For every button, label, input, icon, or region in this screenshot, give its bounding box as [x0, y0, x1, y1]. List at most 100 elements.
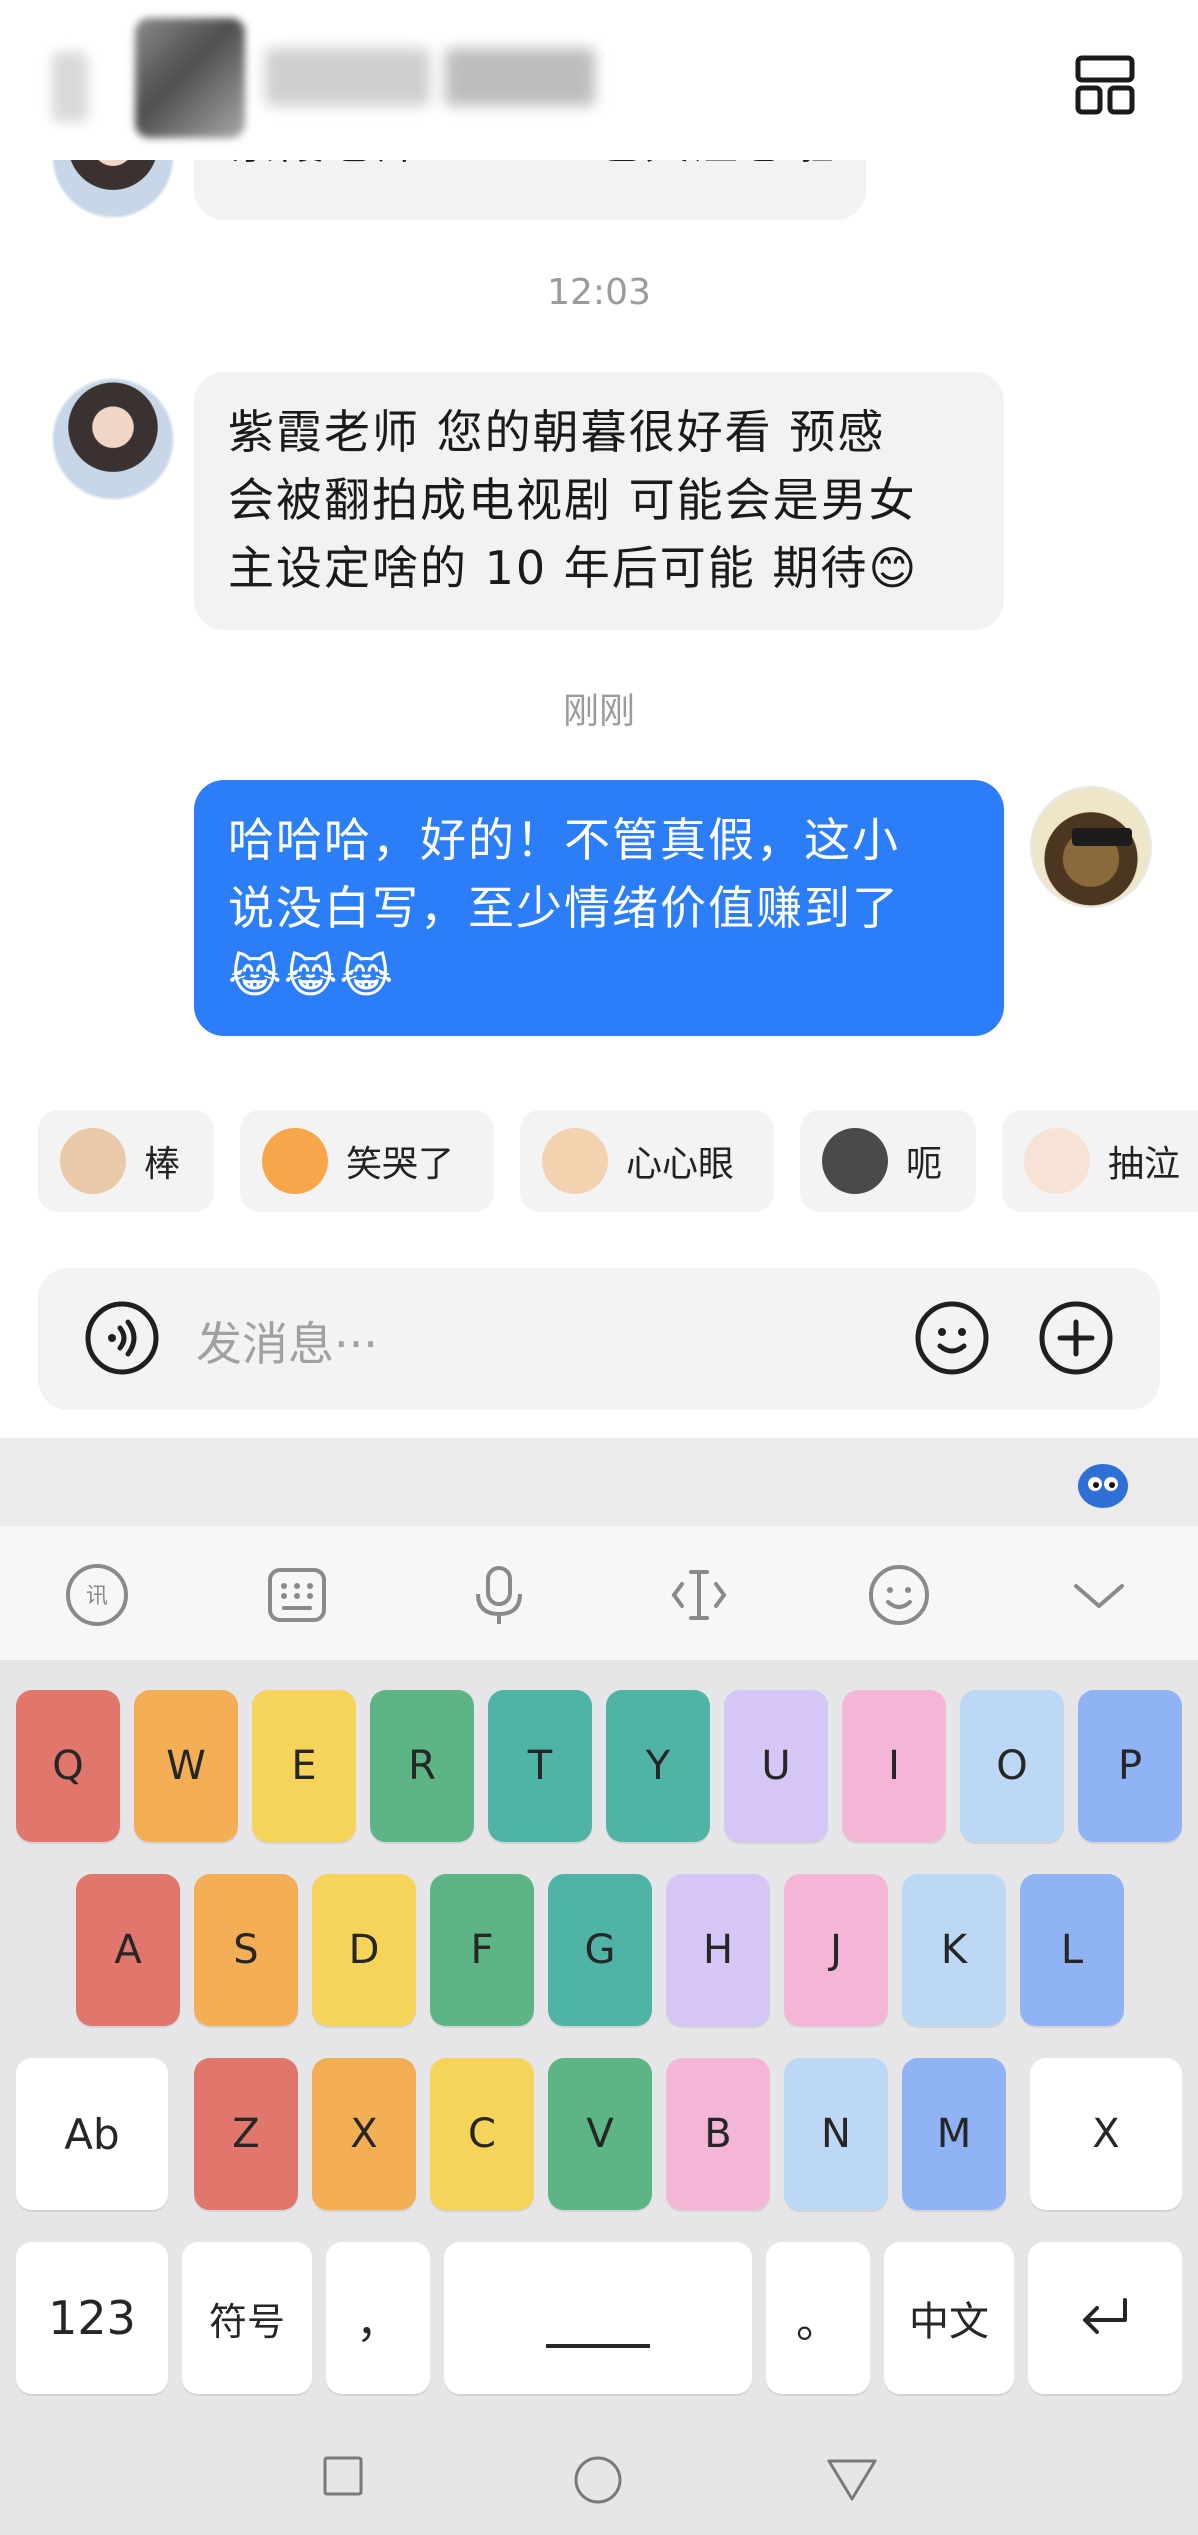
contact-status-blurred: [445, 48, 595, 106]
key-label: U: [761, 1743, 791, 1789]
circle-icon[interactable]: [573, 2455, 623, 2505]
key-a[interactable]: A: [76, 1874, 180, 2026]
key-k[interactable]: K: [902, 1874, 1006, 2026]
message-bubble-outgoing[interactable]: 哈哈哈，好的！不管真假，这小 说没白写，至少情绪价值赚到了 😹😹😹: [194, 780, 1004, 1036]
key-l[interactable]: L: [1020, 1874, 1124, 2026]
message-text: 紫霞老师 您的朝暮很好看 预感 会被翻拍成电视剧 可能会是男女 主设定啥的 10…: [228, 398, 918, 602]
assistant-mascot-icon[interactable]: [1076, 1460, 1130, 1510]
avatar-tag: [1072, 828, 1132, 846]
square-icon[interactable]: [322, 2455, 364, 2497]
reaction-label: 心心眼: [626, 1144, 735, 1185]
key-c[interactable]: C: [430, 2058, 534, 2210]
key-j[interactable]: J: [784, 1874, 888, 2026]
keyboard-icon[interactable]: [264, 1562, 330, 1628]
key-label: N: [821, 2111, 851, 2157]
key-label: X: [350, 2111, 378, 2157]
reaction-chip[interactable]: 心心眼: [520, 1110, 774, 1212]
key-label: Z: [232, 2111, 260, 2157]
chat-header: [0, 0, 1198, 160]
key-v[interactable]: V: [548, 2058, 652, 2210]
key-symbols[interactable]: 符号: [182, 2242, 312, 2394]
reaction-chip[interactable]: 棒: [38, 1110, 214, 1212]
layout-grid-icon[interactable]: [1074, 54, 1136, 116]
key-w[interactable]: W: [134, 1690, 238, 1842]
key-language-switch[interactable]: 中文: [884, 2242, 1014, 2394]
key-label: S: [233, 1927, 259, 1973]
emoji-icon[interactable]: [866, 1562, 932, 1628]
key-y[interactable]: Y: [606, 1690, 710, 1842]
key-b[interactable]: B: [666, 2058, 770, 2210]
contact-avatar-blurred[interactable]: [135, 18, 245, 138]
key-label: 。: [796, 2297, 840, 2348]
message-line: 紫霞老师 您的朝暮很好看 预感: [228, 405, 886, 459]
key-label: H: [702, 1927, 734, 1973]
key-label: R: [408, 1743, 436, 1789]
triangle-icon[interactable]: [826, 2458, 878, 2502]
key-d[interactable]: D: [312, 1874, 416, 2026]
collapse-icon[interactable]: [1066, 1562, 1132, 1628]
ime-logo-icon[interactable]: 讯: [64, 1562, 130, 1628]
key-m[interactable]: M: [902, 2058, 1006, 2210]
key-label: I: [888, 1743, 900, 1789]
message-line: 说没白写，至少情绪价值赚到了: [228, 881, 900, 935]
key-label: V: [586, 2111, 614, 2157]
plus-icon[interactable]: [1038, 1300, 1114, 1376]
laughing-cat-emoji-icon: [262, 1128, 328, 1194]
key-u[interactable]: U: [724, 1690, 828, 1842]
voice-icon[interactable]: [84, 1300, 160, 1376]
key-label: D: [348, 1927, 380, 1973]
key-label: E: [291, 1743, 317, 1789]
space-bar-mark: [546, 2344, 650, 2348]
key-t[interactable]: T: [488, 1690, 592, 1842]
reaction-label: 抽泣: [1108, 1144, 1181, 1185]
key-label: P: [1117, 1743, 1143, 1789]
emoji-icon[interactable]: [914, 1300, 990, 1376]
key-f[interactable]: F: [430, 1874, 534, 2026]
key-delete[interactable]: X: [1030, 2058, 1182, 2210]
key-label: F: [470, 1927, 494, 1973]
key-label: X: [1092, 2111, 1120, 2157]
key-label: M: [936, 2111, 972, 2157]
key-label: 123: [48, 2291, 136, 2345]
key-period[interactable]: 。: [766, 2242, 870, 2394]
key-h[interactable]: H: [666, 1874, 770, 2026]
my-avatar[interactable]: [1030, 786, 1152, 908]
key-label: 中文: [909, 2299, 989, 2345]
cursor-icon[interactable]: [666, 1562, 732, 1628]
key-p[interactable]: P: [1078, 1690, 1182, 1842]
key-numbers[interactable]: 123: [16, 2242, 168, 2394]
key-comma[interactable]: ，: [326, 2242, 430, 2394]
key-label: L: [1060, 1927, 1084, 1973]
message-text: 哈哈哈，好的！不管真假，这小 说没白写，至少情绪价值赚到了 😹😹😹: [228, 806, 900, 1010]
message-input[interactable]: 发消息···: [196, 1308, 378, 1374]
key-g[interactable]: G: [548, 1874, 652, 2026]
enter-icon: [1083, 2298, 1127, 2334]
key-label: K: [940, 1927, 968, 1973]
key-enter[interactable]: [1028, 2242, 1182, 2394]
key-label: B: [704, 2111, 732, 2157]
key-shift-case[interactable]: Ab: [16, 2058, 168, 2210]
key-x[interactable]: X: [312, 2058, 416, 2210]
key-i[interactable]: I: [842, 1690, 946, 1842]
keyboard-toolbar: [0, 1526, 1198, 1660]
key-e[interactable]: E: [252, 1690, 356, 1842]
key-q[interactable]: Q: [16, 1690, 120, 1842]
reaction-chip[interactable]: 呃: [800, 1110, 976, 1212]
key-z[interactable]: Z: [194, 2058, 298, 2210]
reaction-label: 呃: [906, 1144, 943, 1185]
key-label: Q: [52, 1743, 84, 1789]
back-area-blurred[interactable]: [52, 52, 88, 122]
reaction-chip[interactable]: 抽泣: [1002, 1110, 1198, 1212]
key-s[interactable]: S: [194, 1874, 298, 2026]
key-n[interactable]: N: [784, 2058, 888, 2210]
timestamp: 12:03: [547, 272, 651, 313]
key-r[interactable]: R: [370, 1690, 474, 1842]
microphone-icon[interactable]: [466, 1562, 532, 1628]
key-space[interactable]: [444, 2242, 752, 2394]
contact-avatar[interactable]: [52, 378, 174, 500]
key-o[interactable]: O: [960, 1690, 1064, 1842]
reaction-chip[interactable]: 笑哭了: [240, 1110, 494, 1212]
message-bubble-incoming[interactable]: 紫霞老师 您的朝暮很好看 预感 会被翻拍成电视剧 可能会是男女 主设定啥的 10…: [194, 372, 1004, 630]
key-label: A: [114, 1927, 142, 1973]
svg-text:讯: 讯: [86, 1584, 108, 1609]
